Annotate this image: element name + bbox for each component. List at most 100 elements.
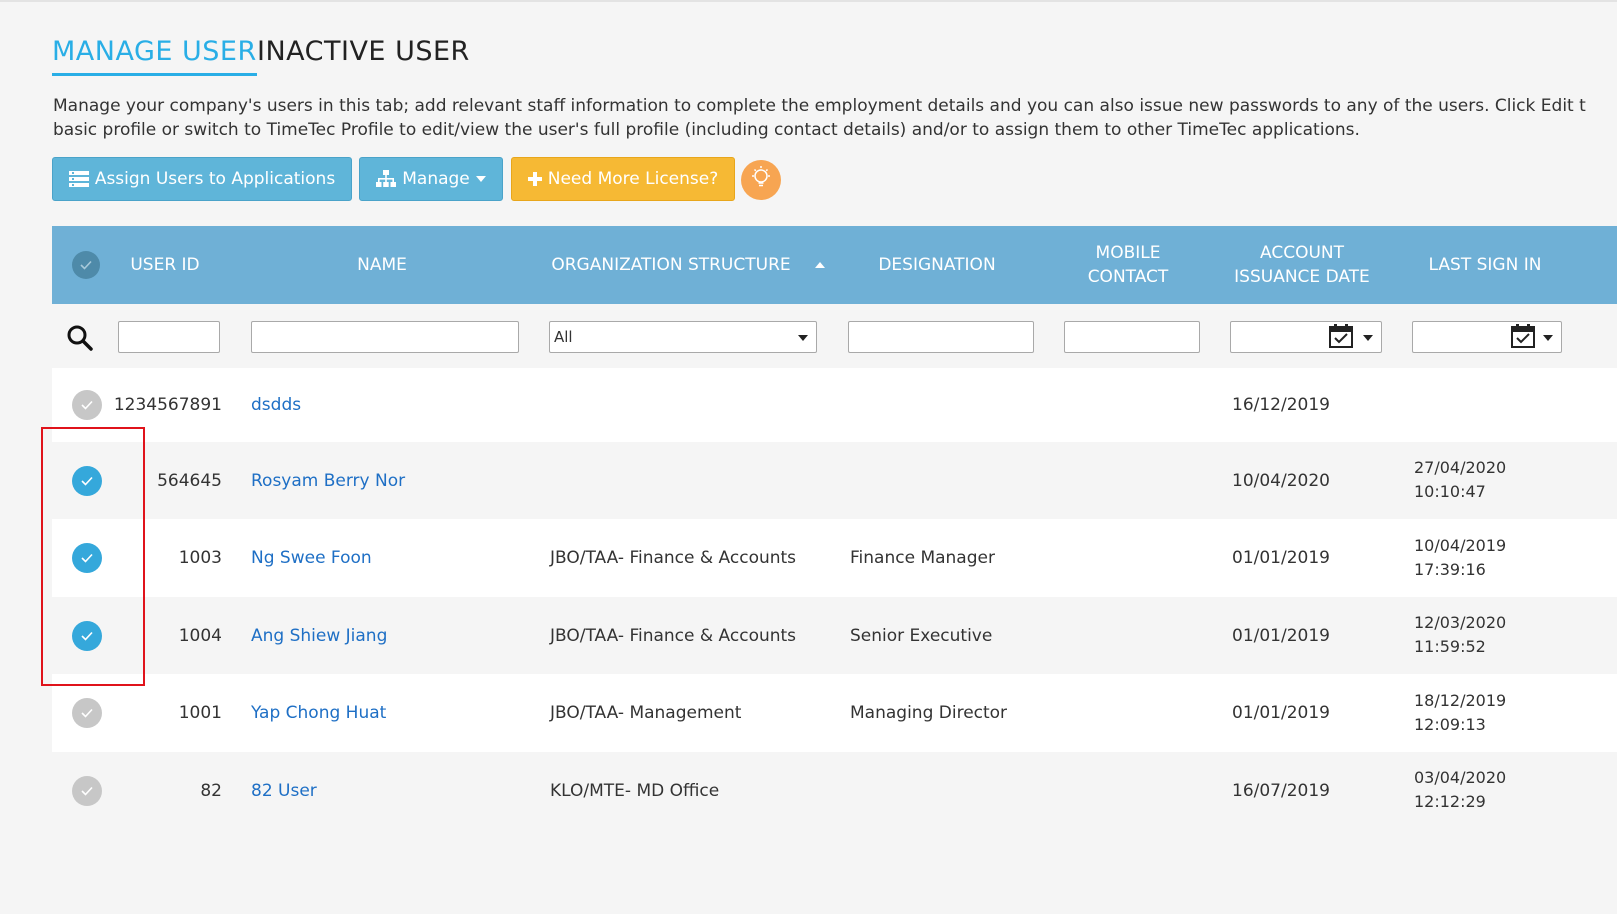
user-name-link[interactable]: Ang Shiew Jiang — [251, 597, 387, 674]
row-checkbox[interactable] — [72, 466, 102, 496]
assign-users-button[interactable]: Assign Users to Applications — [52, 157, 352, 201]
top-border — [0, 0, 1617, 2]
designation-cell: Senior Executive — [850, 625, 993, 646]
last-sign-in-cell: 18/12/2019 12:09:13 — [1414, 689, 1506, 737]
user-id-header-label: USER ID — [130, 255, 200, 275]
user-name-link[interactable]: Yap Chong Huat — [251, 674, 386, 752]
user-id-cell: 1004 — [178, 625, 222, 646]
last-sign-in-time: 17:39:16 — [1414, 560, 1486, 579]
organization-cell: JBO/TAA- Management — [550, 703, 742, 723]
sitemap-icon — [376, 170, 397, 188]
last-sign-in-time: 12:12:29 — [1414, 792, 1486, 811]
page-description: Manage your company's users in this tab;… — [53, 94, 1613, 142]
issuance-date-cell: 16/07/2019 — [1232, 780, 1330, 801]
chevron-down-icon[interactable] — [1363, 335, 1373, 341]
table-row: 1234567891 dsdds 16/12/2019 — [52, 368, 1617, 442]
issuance-date-filter[interactable] — [1230, 321, 1382, 353]
select-all-checkbox[interactable] — [72, 251, 100, 279]
check-icon — [81, 786, 93, 796]
chevron-down-icon — [798, 335, 808, 341]
name-header-label: NAME — [357, 255, 407, 275]
organization-cell: JBO/TAA- Finance & Accounts — [550, 548, 797, 568]
last-sign-in-cell: 27/04/2020 10:10:47 — [1414, 456, 1506, 504]
calendar-icon[interactable] — [1328, 323, 1354, 353]
check-icon — [80, 260, 92, 270]
lightbulb-icon — [747, 164, 775, 196]
tab-inactive-user[interactable]: INACTIVE USER — [257, 36, 470, 67]
organization-filter-select[interactable]: All — [549, 321, 817, 353]
mobile-header-line-1: MOBILE — [1095, 243, 1161, 263]
user-id-filter-input[interactable] — [118, 321, 220, 353]
check-icon — [81, 476, 93, 486]
table-row: 1001 Yap Chong Huat JBO/TAA- Management … — [52, 674, 1617, 752]
last-sign-in-time: 11:59:52 — [1414, 637, 1486, 656]
check-icon — [81, 553, 93, 563]
row-checkbox[interactable] — [72, 543, 102, 573]
last-sign-in-cell: 10/04/2019 17:39:16 — [1414, 534, 1506, 582]
column-header-user-id[interactable]: USER ID — [122, 226, 208, 304]
designation-filter-input[interactable] — [848, 321, 1034, 353]
designation-header-label: DESIGNATION — [878, 255, 996, 275]
user-id-cell: 1234567891 — [113, 395, 222, 415]
last-sign-in-date: 03/04/2020 — [1414, 768, 1507, 787]
row-checkbox[interactable] — [72, 776, 102, 806]
mobile-filter-input[interactable] — [1064, 321, 1200, 353]
issuance-header-line-2: ISSUANCE DATE — [1234, 267, 1370, 287]
check-icon — [81, 400, 93, 410]
organization-cell: KLO/MTE- MD Office — [550, 780, 720, 801]
calendar-icon[interactable] — [1510, 323, 1536, 353]
lightbulb-tip-button[interactable] — [741, 160, 781, 200]
user-name-link[interactable]: 82 User — [251, 752, 317, 829]
user-name-link[interactable]: Ng Swee Foon — [251, 519, 372, 597]
manage-label: Manage — [402, 169, 470, 189]
designation-cell: Finance Manager — [850, 548, 995, 568]
issuance-date-cell: 16/12/2019 — [1232, 395, 1330, 415]
user-name-link[interactable]: Rosyam Berry Nor — [251, 442, 405, 519]
issuance-date-cell: 01/01/2019 — [1232, 548, 1330, 568]
chevron-down-icon[interactable] — [1543, 335, 1553, 341]
organization-cell: JBO/TAA- Finance & Accounts — [550, 625, 797, 646]
user-name-link[interactable]: dsdds — [251, 368, 301, 442]
row-checkbox[interactable] — [72, 390, 102, 420]
tab-manage-user[interactable]: MANAGE USER — [52, 36, 257, 76]
column-header-name[interactable]: NAME — [322, 226, 442, 304]
last-sign-in-time: 12:09:13 — [1414, 715, 1486, 734]
table-row: 564645 Rosyam Berry Nor 10/04/2020 27/04… — [52, 442, 1617, 519]
table-row: 1003 Ng Swee Foon JBO/TAA- Finance & Acc… — [52, 519, 1617, 597]
column-header-designation[interactable]: DESIGNATION — [867, 226, 1007, 304]
filter-row: All — [52, 304, 1617, 368]
last-sign-in-date: 12/03/2020 — [1414, 613, 1507, 632]
last-sign-in-header-label: LAST SIGN IN — [1428, 255, 1542, 275]
user-id-cell: 82 — [200, 780, 222, 801]
name-filter-input[interactable] — [251, 321, 519, 353]
column-header-mobile-contact[interactable]: MOBILE CONTACT — [1072, 226, 1184, 304]
list-icon — [68, 171, 89, 187]
row-checkbox[interactable] — [72, 621, 102, 651]
last-sign-in-filter[interactable] — [1412, 321, 1562, 353]
check-icon — [81, 708, 93, 718]
need-more-license-button[interactable]: Need More License? — [511, 157, 735, 201]
org-header-label: ORGANIZATION STRUCTURE — [551, 255, 791, 275]
column-header-last-sign-in[interactable]: LAST SIGN IN — [1427, 226, 1543, 304]
last-sign-in-date: 18/12/2019 — [1414, 691, 1507, 710]
description-line-1: Manage your company's users in this tab;… — [53, 96, 1586, 116]
assign-users-label: Assign Users to Applications — [94, 169, 336, 189]
table-header: USER ID NAME ORGANIZATION STRUCTURE DESI… — [52, 226, 1617, 304]
manage-dropdown-button[interactable]: Manage — [359, 157, 503, 201]
user-id-cell: 564645 — [157, 470, 222, 491]
search-icon — [66, 324, 94, 356]
last-sign-in-cell: 03/04/2020 12:12:29 — [1414, 766, 1506, 814]
last-sign-in-cell: 12/03/2020 11:59:52 — [1414, 611, 1506, 659]
last-sign-in-date: 10/04/2019 — [1414, 536, 1507, 555]
chevron-down-icon — [475, 176, 486, 182]
row-checkbox[interactable] — [72, 698, 102, 728]
table-row: 1004 Ang Shiew Jiang JBO/TAA- Finance & … — [52, 597, 1617, 674]
mobile-header-line-2: CONTACT — [1087, 267, 1169, 287]
user-id-cell: 1003 — [178, 548, 222, 568]
issuance-date-cell: 10/04/2020 — [1232, 470, 1330, 491]
check-icon — [81, 631, 93, 641]
column-header-issuance-date[interactable]: ACCOUNT ISSUANCE DATE — [1230, 226, 1374, 304]
column-header-organization[interactable]: ORGANIZATION STRUCTURE — [550, 226, 826, 304]
issuance-date-cell: 01/01/2019 — [1232, 703, 1330, 723]
designation-cell: Managing Director — [850, 703, 1008, 723]
